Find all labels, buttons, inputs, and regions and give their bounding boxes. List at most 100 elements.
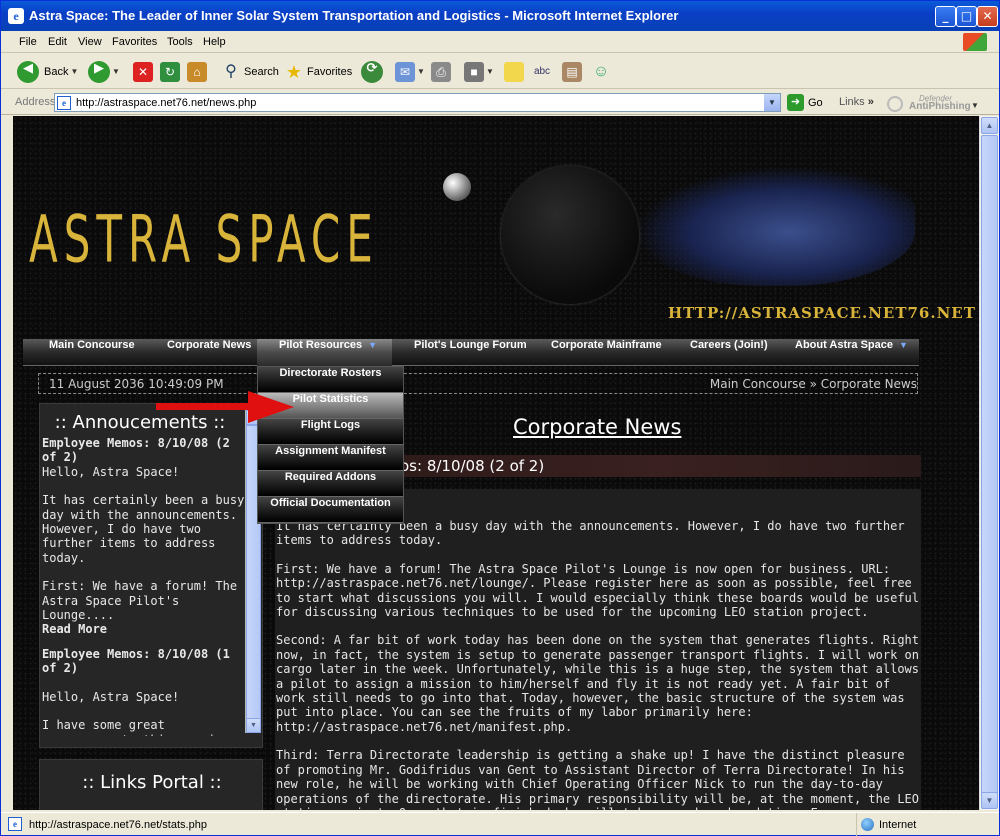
chevron-down-icon[interactable]: ▼ [971,101,979,111]
links-portal-title: :: Links Portal :: [82,772,222,793]
chevron-down-icon: ▼ [899,340,908,350]
chevron-down-icon[interactable]: ▼ [486,67,494,76]
site-url-banner: HTTP://ASTRASPACE.NET76.NET [668,304,976,322]
ie-logo-icon: e [8,8,24,24]
chevron-down-icon[interactable]: ▼ [112,67,120,76]
announcements-list: Employee Memos: 8/10/08 (2 of 2) Hello, A… [42,436,247,736]
scroll-up-icon[interactable]: ▲ [981,117,998,134]
stop-button[interactable]: ✕ [133,59,153,84]
address-label: Address [15,96,56,108]
mail-button[interactable]: ✉ ▼ [395,59,425,84]
chevron-down-icon: ▼ [368,340,378,350]
toolbar: ◀ Back ▼ ▶ ▼ ✕ ↻ ⌂ ⚲ Search ★ Favorites … [1,54,999,89]
mail-icon: ✉ [395,61,415,82]
web-page: ASTRA SPACE HTTP://ASTRASPACE.NET76.NET … [13,116,979,810]
status-url: http://astraspace.net76.net/stats.php [29,819,207,831]
refresh-icon: ↻ [160,61,180,82]
go-button[interactable]: ➜ Go [787,94,823,111]
star-icon: ★ [285,61,303,82]
chevron-down-icon[interactable]: ▼ [417,67,425,76]
back-button[interactable]: ◀ Back ▼ [17,59,78,84]
back-arrow-icon: ◀ [17,60,39,83]
nav-pilot-resources[interactable]: Pilot Resources ▼ [257,339,392,366]
print-button[interactable]: ⎙ [431,59,451,84]
nav-about-astra-space[interactable]: About Astra Space ▼ [795,339,908,366]
dropdown-official-documentation[interactable]: Official Documentation [258,497,403,523]
stop-icon: ✕ [133,61,153,82]
search-button[interactable]: ⚲ Search [221,59,279,84]
scroll-thumb[interactable] [981,135,998,803]
minimize-button[interactable]: _ [935,6,956,27]
red-arrow-annotation [156,391,294,423]
page-title[interactable]: Corporate News [513,415,681,439]
spellcheck-button[interactable]: abc [532,59,552,84]
search-icon: ⚲ [225,62,237,80]
menu-edit[interactable]: Edit [48,36,67,48]
moon-graphic [443,173,471,201]
windows-logo-icon [963,33,987,51]
security-zone: Internet [856,813,916,836]
breadcrumb[interactable]: Main Concourse » Corporate News [710,377,917,391]
forward-button[interactable]: ▶ ▼ [88,59,120,84]
note-icon [504,61,524,82]
messenger-icon: ☺ [592,62,610,80]
print-icon: ⎙ [431,61,451,82]
announcement-title[interactable]: Employee Memos: 8/10/08 (2 of 2) [42,436,230,464]
home-button[interactable]: ⌂ [187,59,207,84]
announcement-text: First: We have a forum! The Astra Space … [42,579,238,623]
window-title: Astra Space: The Leader of Inner Solar S… [29,8,679,23]
post-paragraph: Second: A far bit of work today has been… [276,633,919,734]
favorites-button[interactable]: ★ Favorites [284,59,352,84]
planet-graphic [501,166,639,304]
links-button[interactable]: Links » [839,96,874,108]
nav-corporate-news[interactable]: Corporate News [167,339,251,366]
site-logo[interactable]: ASTRA SPACE [29,201,379,277]
history-button[interactable]: ⟳ [361,59,383,84]
messenger-button[interactable]: ☺ [591,59,611,84]
address-url[interactable]: http://astraspace.net76.net/news.php [76,97,256,109]
links-portal-panel: :: Links Portal :: [39,759,263,810]
scroll-down-icon[interactable]: ▼ [246,718,261,733]
refresh-button[interactable]: ↻ [160,59,180,84]
close-button[interactable]: ✕ [977,6,998,27]
spellcheck-icon: abc [533,65,551,77]
menu-view[interactable]: View [78,36,102,48]
chevron-down-icon[interactable]: ▼ [70,67,78,76]
main-nav: Main Concourse Corporate News Pilot Reso… [23,339,919,366]
research-button[interactable]: ▤ [562,59,582,84]
nav-pilots-lounge-forum[interactable]: Pilot's Lounge Forum [414,339,527,366]
dropdown-required-addons[interactable]: Required Addons [258,471,403,497]
chevron-down-icon[interactable]: ▼ [764,94,780,111]
menu-favorites[interactable]: Favorites [112,36,157,48]
menu-tools[interactable]: Tools [167,36,193,48]
antiphishing-toolbar[interactable]: Defender AntiPhishing ▼ [885,92,985,114]
scroll-down-icon[interactable]: ▼ [981,792,998,809]
menu-help[interactable]: Help [203,36,226,48]
spaceship-graphic [635,166,915,286]
dropdown-assignment-manifest[interactable]: Assignment Manifest [258,445,403,471]
nav-main-concourse[interactable]: Main Concourse [49,339,135,366]
home-icon: ⌂ [187,61,207,82]
page-icon: e [8,817,22,831]
nav-corporate-mainframe[interactable]: Corporate Mainframe [551,339,662,366]
announcement-text: It has certainly been a busy day with th… [42,493,245,565]
address-input[interactable]: e http://astraspace.net76.net/news.php ▼ [54,93,781,112]
menu-bar: File Edit View Favorites Tools Help [1,31,999,53]
post-paragraph: First: We have a forum! The Astra Space … [276,561,919,620]
nav-careers[interactable]: Careers (Join!) [690,339,768,366]
globe-icon [861,818,874,831]
announcement-text: Hello, Astra Space! [42,689,180,704]
announcement-text: I have some great announcements this mor… [42,718,237,736]
announcement-title[interactable]: Employee Memos: 8/10/08 (1 of 2) [42,647,230,675]
menu-file[interactable]: File [19,36,37,48]
maximize-button[interactable]: □ [956,6,977,27]
note-button[interactable] [504,59,524,84]
go-arrow-icon: ➜ [787,94,804,111]
edit-icon: ■ [464,61,484,82]
title-bar: e Astra Space: The Leader of Inner Solar… [1,1,999,31]
edit-button[interactable]: ■ ▼ [464,59,494,84]
read-more-link[interactable]: Read More [42,622,107,636]
post-paragraph: Third: Terra Directorate leadership is g… [276,748,919,810]
page-scrollbar[interactable]: ▲ ▼ [979,116,999,810]
post-body: It has certainly been a busy day with th… [275,489,921,810]
